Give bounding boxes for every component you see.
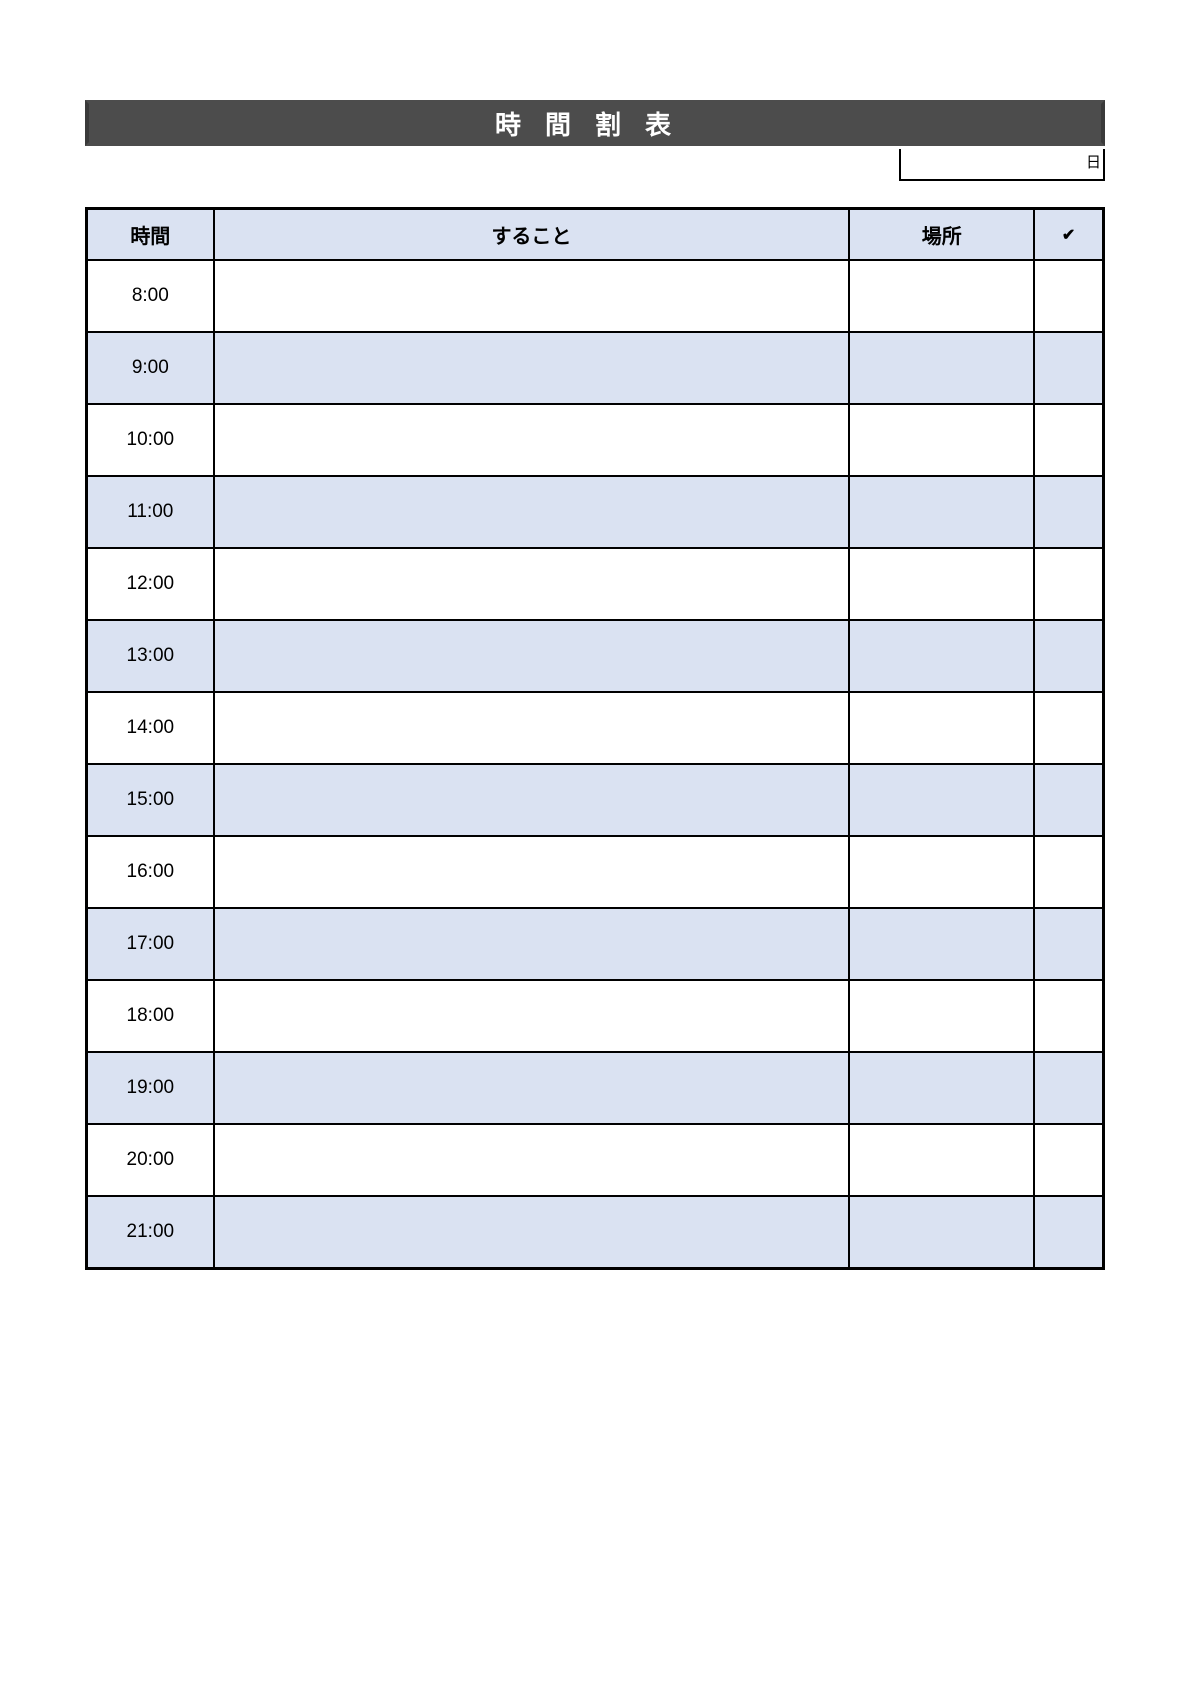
cell-place[interactable] bbox=[849, 1124, 1034, 1196]
page-title: 時間割表 bbox=[85, 100, 1105, 146]
cell-time: 13:00 bbox=[87, 620, 214, 692]
table-row: 18:00 bbox=[87, 980, 1104, 1052]
cell-task[interactable] bbox=[214, 260, 850, 332]
cell-place[interactable] bbox=[849, 620, 1034, 692]
cell-task[interactable] bbox=[214, 692, 850, 764]
cell-time: 12:00 bbox=[87, 548, 214, 620]
cell-task[interactable] bbox=[214, 1196, 850, 1268]
cell-place[interactable] bbox=[849, 476, 1034, 548]
cell-task[interactable] bbox=[214, 1052, 850, 1124]
cell-task[interactable] bbox=[214, 548, 850, 620]
cell-check[interactable] bbox=[1034, 692, 1103, 764]
cell-place[interactable] bbox=[849, 332, 1034, 404]
cell-place[interactable] bbox=[849, 764, 1034, 836]
cell-task[interactable] bbox=[214, 908, 850, 980]
cell-time: 18:00 bbox=[87, 980, 214, 1052]
cell-check[interactable] bbox=[1034, 908, 1103, 980]
cell-task[interactable] bbox=[214, 1124, 850, 1196]
cell-place[interactable] bbox=[849, 908, 1034, 980]
cell-time: 14:00 bbox=[87, 692, 214, 764]
cell-check[interactable] bbox=[1034, 980, 1103, 1052]
header-place: 場所 bbox=[849, 209, 1034, 261]
table-row: 19:00 bbox=[87, 1052, 1104, 1124]
cell-task[interactable] bbox=[214, 332, 850, 404]
cell-time: 21:00 bbox=[87, 1196, 214, 1268]
header-task: すること bbox=[214, 209, 850, 261]
cell-time: 11:00 bbox=[87, 476, 214, 548]
cell-task[interactable] bbox=[214, 836, 850, 908]
cell-task[interactable] bbox=[214, 404, 850, 476]
cell-check[interactable] bbox=[1034, 332, 1103, 404]
cell-place[interactable] bbox=[849, 1196, 1034, 1268]
cell-place[interactable] bbox=[849, 980, 1034, 1052]
cell-time: 9:00 bbox=[87, 332, 214, 404]
cell-time: 17:00 bbox=[87, 908, 214, 980]
cell-check[interactable] bbox=[1034, 476, 1103, 548]
cell-check[interactable] bbox=[1034, 404, 1103, 476]
cell-time: 8:00 bbox=[87, 260, 214, 332]
cell-check[interactable] bbox=[1034, 1196, 1103, 1268]
cell-check[interactable] bbox=[1034, 764, 1103, 836]
check-icon: ✔ bbox=[1062, 227, 1075, 244]
cell-check[interactable] bbox=[1034, 620, 1103, 692]
table-row: 15:00 bbox=[87, 764, 1104, 836]
cell-check[interactable] bbox=[1034, 836, 1103, 908]
cell-time: 20:00 bbox=[87, 1124, 214, 1196]
cell-place[interactable] bbox=[849, 692, 1034, 764]
table-row: 10:00 bbox=[87, 404, 1104, 476]
table-row: 9:00 bbox=[87, 332, 1104, 404]
cell-check[interactable] bbox=[1034, 548, 1103, 620]
cell-time: 10:00 bbox=[87, 404, 214, 476]
cell-place[interactable] bbox=[849, 1052, 1034, 1124]
table-row: 12:00 bbox=[87, 548, 1104, 620]
cell-time: 15:00 bbox=[87, 764, 214, 836]
cell-task[interactable] bbox=[214, 620, 850, 692]
cell-place[interactable] bbox=[849, 548, 1034, 620]
cell-check[interactable] bbox=[1034, 260, 1103, 332]
table-row: 8:00 bbox=[87, 260, 1104, 332]
cell-place[interactable] bbox=[849, 260, 1034, 332]
date-row: 日 bbox=[85, 149, 1105, 181]
table-row: 11:00 bbox=[87, 476, 1104, 548]
table-row: 21:00 bbox=[87, 1196, 1104, 1268]
table-row: 13:00 bbox=[87, 620, 1104, 692]
cell-task[interactable] bbox=[214, 980, 850, 1052]
cell-time: 19:00 bbox=[87, 1052, 214, 1124]
cell-place[interactable] bbox=[849, 836, 1034, 908]
date-field[interactable]: 日 bbox=[899, 149, 1105, 181]
cell-check[interactable] bbox=[1034, 1052, 1103, 1124]
table-row: 17:00 bbox=[87, 908, 1104, 980]
header-time: 時間 bbox=[87, 209, 214, 261]
table-row: 16:00 bbox=[87, 836, 1104, 908]
cell-task[interactable] bbox=[214, 764, 850, 836]
table-header-row: 時間 すること 場所 ✔ bbox=[87, 209, 1104, 261]
table-row: 14:00 bbox=[87, 692, 1104, 764]
cell-time: 16:00 bbox=[87, 836, 214, 908]
table-row: 20:00 bbox=[87, 1124, 1104, 1196]
schedule-table: 時間 すること 場所 ✔ 8:009:0010:0011:0012:0013:0… bbox=[85, 207, 1105, 1270]
cell-task[interactable] bbox=[214, 476, 850, 548]
cell-check[interactable] bbox=[1034, 1124, 1103, 1196]
cell-place[interactable] bbox=[849, 404, 1034, 476]
date-suffix: 日 bbox=[1086, 151, 1101, 172]
header-check: ✔ bbox=[1034, 209, 1103, 261]
